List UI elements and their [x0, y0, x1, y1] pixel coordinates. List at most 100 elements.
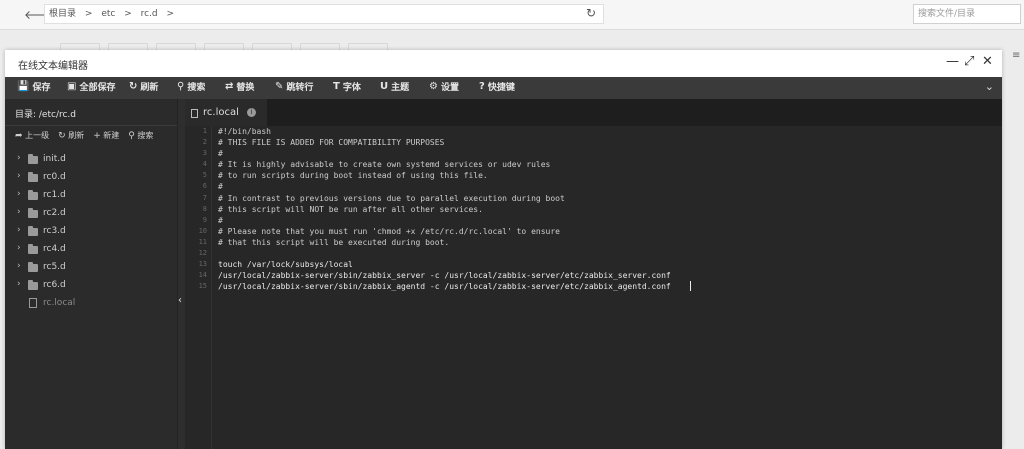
code-line[interactable]: # Please note that you must run 'chmod +… — [212, 226, 1002, 237]
toolbar-settings-button[interactable]: ⚙ 设置 — [429, 80, 459, 93]
line-number: 4 — [202, 160, 207, 169]
code-line[interactable]: # In contrast to previous versions due t… — [212, 193, 1002, 204]
chevron-left-icon[interactable]: ‹ — [178, 295, 182, 306]
sidebar-new-button[interactable]: + 新建 — [93, 130, 119, 141]
chevron-right-icon[interactable]: › — [17, 261, 21, 271]
tab-label: rc.local — [203, 107, 239, 118]
toolbar-replace-button[interactable]: ⇄ 替换 — [225, 80, 254, 93]
code-line[interactable]: /usr/local/zabbix-server/sbin/zabbix_age… — [212, 281, 1002, 292]
breadcrumb-rcd[interactable]: rc.d — [141, 9, 158, 19]
settings-icon: ⚙ — [429, 81, 438, 92]
line-number: 14 — [198, 271, 207, 280]
breadcrumb[interactable]: 根目录 > etc > rc.d > — [44, 4, 604, 24]
toolbar-search-button[interactable]: ⚲ 搜索 — [177, 80, 205, 93]
tree-folder-item[interactable]: › rc2.d — [5, 205, 177, 223]
toolbar-font-button[interactable]: T 字体 — [333, 80, 361, 93]
tree-folder-item[interactable]: › rc3.d — [5, 223, 177, 241]
folder-icon — [28, 190, 38, 200]
tree-folder-item[interactable]: › init.d — [5, 151, 177, 169]
folder-icon — [28, 244, 38, 254]
code-line[interactable]: # that this script will be executed duri… — [212, 237, 1002, 248]
line-number-gutter: 1 2 3 4 5 6 7 8 9 10 11 12 13 14 15 — [185, 126, 211, 449]
sidebar-up-level-button[interactable]: ➦ 上一级 — [15, 130, 49, 141]
breadcrumb-etc[interactable]: etc — [101, 9, 115, 19]
code-line-text: # THIS FILE IS ADDED FOR COMPATIBILITY P… — [218, 138, 445, 148]
shortcut-icon: ? — [479, 81, 485, 92]
folder-icon — [28, 172, 38, 182]
toolbar-save-button[interactable]: 💾 保存 — [17, 80, 50, 93]
new-icon: + — [93, 131, 101, 141]
code-line[interactable]: # to run scripts during boot instead of … — [212, 170, 1002, 181]
tree-file-item[interactable]: rc.local — [5, 295, 177, 313]
line-number: 5 — [202, 171, 207, 180]
code-line[interactable]: # — [212, 181, 1002, 192]
chevron-right-icon[interactable]: › — [17, 171, 21, 181]
code-line[interactable] — [212, 248, 1002, 259]
search-icon: ⚲ — [177, 81, 185, 92]
font-icon: T — [333, 81, 340, 92]
toolbar-refresh-button[interactable]: ↻ 刷新 — [129, 80, 158, 93]
code-line[interactable]: # — [212, 215, 1002, 226]
file-manager-bar: 🡐 根目录 > etc > rc.d > ↻ 搜索文件/目录 — [0, 0, 1024, 30]
close-tab-icon[interactable]: i — [247, 108, 256, 117]
code-line[interactable]: /usr/local/zabbix-server/sbin/zabbix_ser… — [212, 270, 1002, 281]
chevron-right-icon[interactable]: › — [17, 225, 21, 235]
breadcrumb-root[interactable]: 根目录 — [49, 9, 76, 19]
code-line[interactable]: # — [212, 148, 1002, 159]
toolbar-shortcut-button[interactable]: ? 快捷键 — [479, 80, 515, 93]
code-line-text: # — [218, 149, 223, 159]
code-line-text: # this script will NOT be run after all … — [218, 204, 483, 214]
search-input[interactable]: 搜索文件/目录 — [913, 4, 1021, 24]
tree-folder-item[interactable]: › rc1.d — [5, 187, 177, 205]
sidebar-action-label: 新建 — [103, 131, 120, 140]
tree-folder-item[interactable]: › rc4.d — [5, 241, 177, 259]
code-line-text: # Please note that you must run 'chmod +… — [218, 226, 560, 236]
sidebar-action-label: 刷新 — [68, 131, 85, 140]
editor-window: 在线文本编辑器 — ⤢ ✕ ⌄ 💾 保存 ▣ 全部保存 ↻ 刷新 ⚲ 搜索 ⇄ 替换 ✎ 跳转行 T 字体… — [5, 50, 1002, 449]
code-line[interactable]: touch /var/lock/subsys/local — [212, 259, 1002, 270]
code-line[interactable]: # It is highly advisable to create own s… — [212, 159, 1002, 170]
chevron-right-icon[interactable]: › — [17, 207, 21, 217]
code-line[interactable]: # this script will NOT be run after all … — [212, 204, 1002, 215]
breadcrumb-sep: > — [124, 9, 132, 19]
refresh-icon[interactable]: ↻ — [586, 6, 596, 20]
tree-item-label: rc1.d — [43, 190, 66, 200]
chevron-right-icon[interactable]: › — [17, 243, 21, 253]
code-text-area[interactable]: #!/bin/bash # THIS FILE IS ADDED FOR COMP… — [211, 126, 1002, 449]
toolbar-label: 主题 — [391, 83, 410, 93]
code-line[interactable]: # THIS FILE IS ADDED FOR COMPATIBILITY P… — [212, 137, 1002, 148]
toolbar-theme-button[interactable]: U 主题 — [380, 80, 409, 93]
toolbar-save-all-button[interactable]: ▣ 全部保存 — [67, 80, 115, 93]
tree-folder-item[interactable]: › rc6.d — [5, 277, 177, 295]
line-number: 13 — [198, 260, 207, 269]
file-tree-sidebar: 目录: /etc/rc.d ➦ 上一级 ↻ 刷新 + 新建 ⚲ 搜索 › init.d ›… — [5, 99, 177, 449]
sidebar-search-button[interactable]: ⚲ 搜索 — [128, 130, 153, 141]
tree-item-label: rc6.d — [43, 280, 66, 290]
tree-item-label: rc4.d — [43, 244, 66, 254]
theme-icon: U — [380, 81, 389, 92]
chevron-down-icon[interactable]: ⌄ — [985, 80, 994, 93]
chevron-right-icon[interactable]: › — [17, 279, 21, 289]
chevron-right-icon[interactable]: › — [17, 153, 21, 163]
sidebar-splitter[interactable]: ‹ — [177, 99, 185, 449]
save-all-icon: ▣ — [67, 81, 77, 92]
tab-rc-local[interactable]: rc.local i — [185, 99, 267, 126]
sidebar-actions: ➦ 上一级 ↻ 刷新 + 新建 ⚲ 搜索 — [15, 130, 175, 141]
toolbar-label: 全部保存 — [79, 83, 116, 93]
maximize-button[interactable]: ⤢ — [964, 54, 974, 69]
code-line[interactable]: #!/bin/bash — [212, 126, 1002, 137]
chevron-right-icon[interactable]: › — [17, 189, 21, 199]
tree-folder-item[interactable]: › rc5.d — [5, 259, 177, 277]
refresh-icon: ↻ — [129, 81, 138, 92]
tree-item-label: rc3.d — [43, 226, 66, 236]
file-icon — [29, 298, 37, 308]
minimize-button[interactable]: — — [946, 54, 959, 69]
tree-folder-item[interactable]: › rc0.d — [5, 169, 177, 187]
sidebar-refresh-button[interactable]: ↻ 刷新 — [58, 130, 84, 141]
toolbar-goto-line-button[interactable]: ✎ 跳转行 — [275, 80, 313, 93]
close-button[interactable]: ✕ — [982, 54, 993, 69]
line-number: 11 — [198, 237, 207, 246]
folder-icon — [28, 208, 38, 218]
window-titlebar: 在线文本编辑器 — ⤢ ✕ — [5, 50, 1002, 77]
folder-icon — [28, 280, 38, 290]
